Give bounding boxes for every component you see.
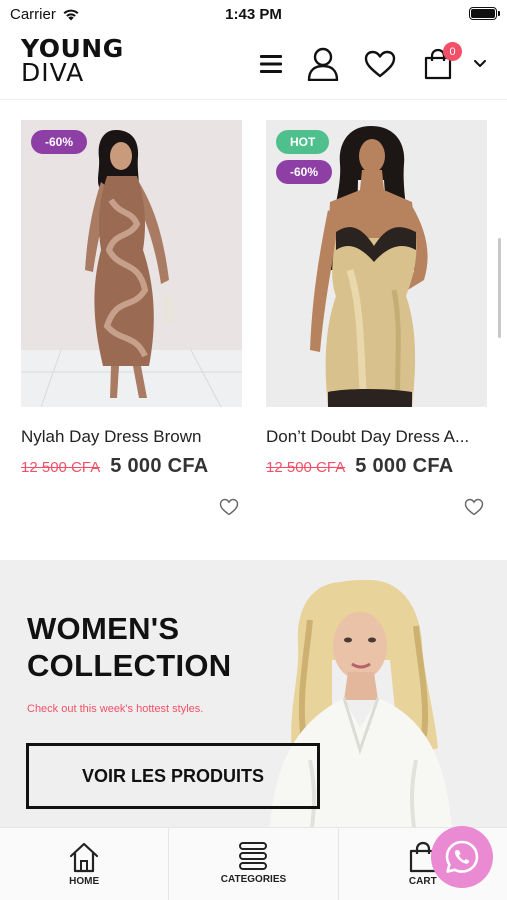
heart-outline-icon (219, 498, 239, 516)
wishlist-button[interactable] (362, 46, 398, 82)
old-price: 12 500 CFA (21, 459, 101, 476)
banner-title-line2: COLLECTION (27, 648, 232, 683)
whatsapp-button[interactable] (431, 826, 493, 888)
cart-count-badge: 0 (443, 42, 462, 61)
user-icon (307, 47, 339, 81)
add-to-wishlist-button[interactable] (218, 497, 240, 517)
cart-button[interactable]: 0 (420, 42, 462, 82)
discount-badge: -60% (31, 130, 88, 154)
add-to-wishlist-button[interactable] (463, 497, 485, 517)
sale-price: 5 000 CFA (110, 455, 209, 477)
categories-icon (239, 842, 268, 870)
nav-label-home: HOME (69, 876, 100, 887)
nav-item-categories[interactable]: CATEGORIES (169, 828, 339, 900)
whatsapp-icon (445, 840, 479, 873)
product-card[interactable]: -60% Nylah Day Dress Brown 12 500 CFA 5 … (21, 120, 242, 520)
currency-dropdown[interactable] (462, 46, 498, 82)
nav-label-categories: CATEGORIES (220, 874, 287, 885)
collection-banner: WOMEN'S COLLECTION Check out this week's… (0, 560, 507, 828)
banner-title: WOMEN'S COLLECTION (27, 610, 232, 684)
menu-icon (260, 55, 282, 73)
nav-item-home[interactable]: HOME (0, 828, 170, 900)
product-image[interactable]: -60% (21, 120, 242, 407)
price-row: 12 500 CFA 5 000 CFA (266, 455, 454, 478)
product-name[interactable]: Nylah Day Dress Brown (21, 427, 242, 447)
scroll-indicator[interactable] (498, 238, 501, 338)
battery-icon (469, 7, 500, 20)
status-time: 1:43 PM (225, 6, 282, 23)
menu-button[interactable] (253, 46, 289, 82)
price-row: 12 500 CFA 5 000 CFA (21, 455, 209, 478)
view-products-button[interactable]: VOIR LES PRODUITS (26, 743, 320, 809)
product-image[interactable]: HOT -60% (266, 120, 487, 407)
discount-badge: -60% (276, 160, 333, 184)
chevron-down-icon (474, 60, 486, 67)
banner-subtitle: Check out this week's hottest styles. (27, 703, 204, 715)
heart-outline-icon (464, 498, 484, 516)
nav-label-cart: CART (408, 876, 437, 887)
product-name[interactable]: Don’t Doubt Day Dress A... (266, 427, 487, 447)
product-card[interactable]: HOT -60% Don’t Doubt Day Dress A... 12 5… (266, 120, 487, 520)
logo[interactable]: YOUNG DIVA (21, 36, 124, 85)
app-header: YOUNG DIVA 0 (0, 32, 507, 100)
hot-badge: HOT (276, 130, 330, 154)
logo-bottom-text: DIVA (21, 58, 85, 87)
account-button[interactable] (305, 46, 341, 82)
heart-icon (364, 50, 396, 78)
status-bar: Carrier 1:43 PM (0, 0, 507, 28)
home-icon (70, 842, 99, 873)
old-price: 12 500 CFA (266, 459, 346, 476)
banner-title-line1: WOMEN'S (27, 611, 180, 646)
sale-price: 5 000 CFA (355, 455, 454, 477)
